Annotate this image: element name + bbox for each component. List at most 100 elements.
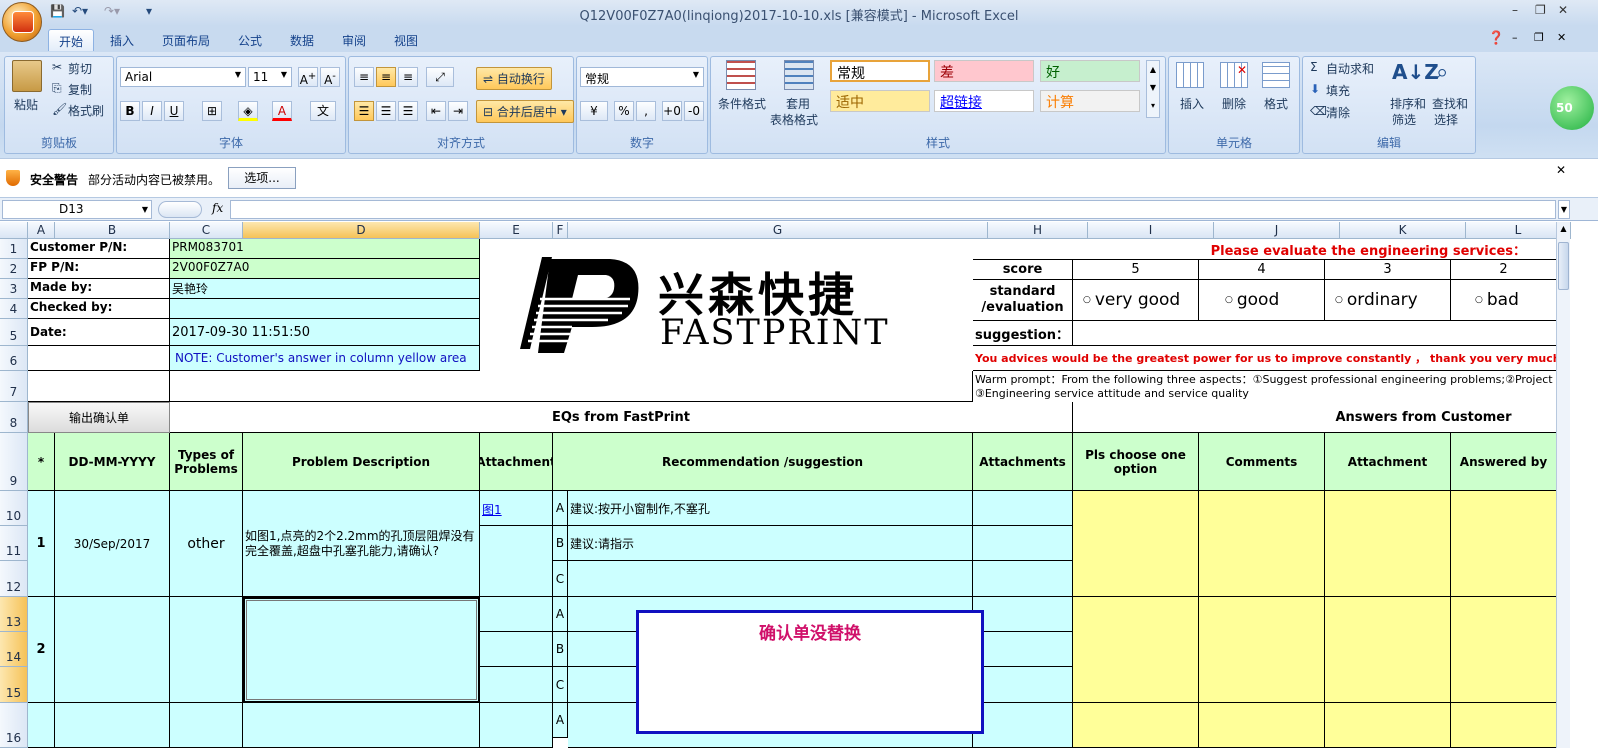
eq3-attachment[interactable] xyxy=(480,703,553,748)
italic-button[interactable]: I xyxy=(142,101,162,121)
row-header-14[interactable]: 14 xyxy=(0,632,28,667)
row-header-4[interactable]: 4 xyxy=(0,299,28,319)
table-format-label-2[interactable]: 表格格式 xyxy=(770,111,818,128)
column-header-i[interactable]: I xyxy=(1088,222,1214,239)
cell-style-0[interactable]: 常规 xyxy=(830,60,930,82)
eq2-attachments-b[interactable] xyxy=(973,632,1073,667)
cell-A1[interactable]: Customer P/N: xyxy=(28,239,170,259)
align-bottom-icon[interactable]: ≡ xyxy=(398,67,418,87)
cut-button[interactable]: 剪切 xyxy=(68,60,92,77)
table-format-label-1[interactable]: 套用 xyxy=(786,95,810,112)
increase-decimal-icon[interactable]: +0 xyxy=(662,101,682,121)
eq1-option-c[interactable] xyxy=(568,561,973,597)
row-header-8[interactable]: 8 xyxy=(0,402,28,433)
eq3-date[interactable] xyxy=(55,703,170,748)
cell-C2[interactable]: 2V00F0Z7A0 xyxy=(170,259,480,279)
eq2-description-selected[interactable] xyxy=(243,597,480,703)
font-name-select[interactable]: Arial ▼ xyxy=(120,67,246,87)
autosum-icon[interactable]: Σ xyxy=(1310,60,1318,74)
bold-button[interactable]: B xyxy=(120,101,140,121)
eq3-description[interactable] xyxy=(243,703,480,748)
row-header-12[interactable]: 12 xyxy=(0,561,28,597)
eq1-choose-option[interactable] xyxy=(1073,491,1199,597)
cell-style-5[interactable]: 计算 xyxy=(1040,90,1140,112)
eq1-date[interactable]: 30/Sep/2017 xyxy=(55,491,170,597)
eq3-type[interactable] xyxy=(170,703,243,748)
row-header-13[interactable]: 13 xyxy=(0,597,28,632)
increase-indent-icon[interactable]: ⇥ xyxy=(448,101,468,121)
cell-C1[interactable]: PRM083701 xyxy=(170,239,480,259)
eq1-attachments-a[interactable] xyxy=(973,491,1073,526)
cell-style-4[interactable]: 超链接 xyxy=(934,90,1034,112)
find-select-label-2[interactable]: 选择 xyxy=(1434,111,1458,128)
rating-very-good[interactable]: ○ very good xyxy=(1073,280,1199,321)
fill-color-icon[interactable]: ◈ xyxy=(238,101,258,121)
sort-filter-label-2[interactable]: 筛选 xyxy=(1392,111,1416,128)
eq1-description[interactable]: 如图1,点亮的2个2.2mm的孔顶层阻焊没有完全覆盖,超盘中孔塞孔能力,请确认? xyxy=(243,491,480,597)
rating-bad[interactable]: ○ bad xyxy=(1451,280,1556,321)
eq3-attachments[interactable] xyxy=(973,703,1073,748)
eq1-attachments-b[interactable] xyxy=(973,526,1073,561)
copy-icon[interactable]: ⎘ xyxy=(52,81,62,96)
row-header-3[interactable]: 3 xyxy=(0,279,28,299)
wb-close-icon[interactable]: ✕ xyxy=(1557,31,1566,44)
column-header-k[interactable]: K xyxy=(1340,222,1466,239)
insert-cells-icon[interactable] xyxy=(1176,62,1204,88)
minimize-button[interactable]: – xyxy=(1512,3,1518,17)
currency-icon[interactable]: ¥ xyxy=(580,101,608,121)
eq1-customer-attachment[interactable] xyxy=(1325,491,1451,597)
vertical-scrollbar[interactable]: ▲ xyxy=(1556,222,1570,748)
format-cells-button[interactable]: 格式 xyxy=(1264,95,1288,112)
eq2-attachments-c[interactable] xyxy=(973,667,1073,703)
conditional-format-icon[interactable] xyxy=(726,60,756,90)
sort-filter-icon[interactable]: A↓Z xyxy=(1392,60,1439,84)
decrease-indent-icon[interactable]: ⇤ xyxy=(426,101,446,121)
cell-C4[interactable] xyxy=(170,299,480,319)
text-box-popup[interactable]: 确认单没替换 xyxy=(636,610,984,734)
eq2-attachment-a[interactable] xyxy=(480,597,553,632)
radio-icon[interactable]: ○ xyxy=(1225,295,1233,305)
close-icon[interactable]: ✕ xyxy=(1556,163,1566,177)
number-format-select[interactable]: 常规 ▼ xyxy=(580,67,704,87)
sort-filter-label-1[interactable]: 排序和 xyxy=(1390,95,1426,112)
suggestion-input[interactable] xyxy=(1073,321,1556,346)
cell-C5[interactable]: 2017-09-30 11:51:50 xyxy=(170,319,480,346)
table-format-icon[interactable] xyxy=(784,60,814,90)
eq1-number[interactable]: 1 xyxy=(28,491,55,597)
cell-A5[interactable]: Date: xyxy=(28,319,170,346)
column-header-d[interactable]: D xyxy=(243,222,480,239)
name-box[interactable]: D13 ▼ xyxy=(2,200,152,219)
grow-font-icon[interactable]: A+ xyxy=(298,67,318,87)
restore-button[interactable]: ❐ xyxy=(1535,3,1546,17)
merge-center-button[interactable]: ⊟ 合并后居中 ▾ xyxy=(476,100,574,123)
security-options-button[interactable]: 选项... xyxy=(228,167,296,189)
cell-A3[interactable]: Made by: xyxy=(28,279,170,299)
orientation-icon[interactable]: ⤢ xyxy=(426,67,454,87)
column-header-h[interactable]: H xyxy=(988,222,1088,239)
rating-ordinary[interactable]: ○ ordinary xyxy=(1325,280,1451,321)
tab-insert[interactable]: 插入 xyxy=(100,29,144,51)
eq1-answered-by[interactable] xyxy=(1451,491,1556,597)
copy-button[interactable]: 复制 xyxy=(68,81,92,98)
row-header-11[interactable]: 11 xyxy=(0,526,28,561)
row-header-6[interactable]: 6 xyxy=(0,346,28,371)
eq1-option-a[interactable]: 建议:按开小窗制作,不塞孔 xyxy=(568,491,973,526)
conditional-format-button[interactable]: 条件格式 xyxy=(718,95,766,112)
comma-button[interactable]: , xyxy=(636,101,656,121)
eq3-comments[interactable] xyxy=(1199,703,1325,748)
eq1-attachment-empty[interactable] xyxy=(480,526,553,597)
eq2-answered-by[interactable] xyxy=(1451,597,1556,703)
formula-input[interactable] xyxy=(230,200,1556,219)
function-icon[interactable]: fx xyxy=(212,201,223,215)
delete-cells-icon[interactable]: ✕ xyxy=(1220,62,1248,88)
fill-icon[interactable]: ⬇ xyxy=(1310,82,1320,96)
row-header-10[interactable]: 10 xyxy=(0,491,28,526)
paste-button[interactable]: 粘贴 xyxy=(14,96,38,113)
cell-A4[interactable]: Checked by: xyxy=(28,299,170,319)
eq2-attachment-b[interactable] xyxy=(480,632,553,667)
cell-style-3[interactable]: 适中 xyxy=(830,90,930,112)
border-icon[interactable]: ⊞ xyxy=(202,101,222,121)
radio-icon[interactable]: ○ xyxy=(1475,295,1483,305)
eq2-attachment-c[interactable] xyxy=(480,667,553,703)
align-right-icon[interactable]: ☰ xyxy=(398,101,418,121)
